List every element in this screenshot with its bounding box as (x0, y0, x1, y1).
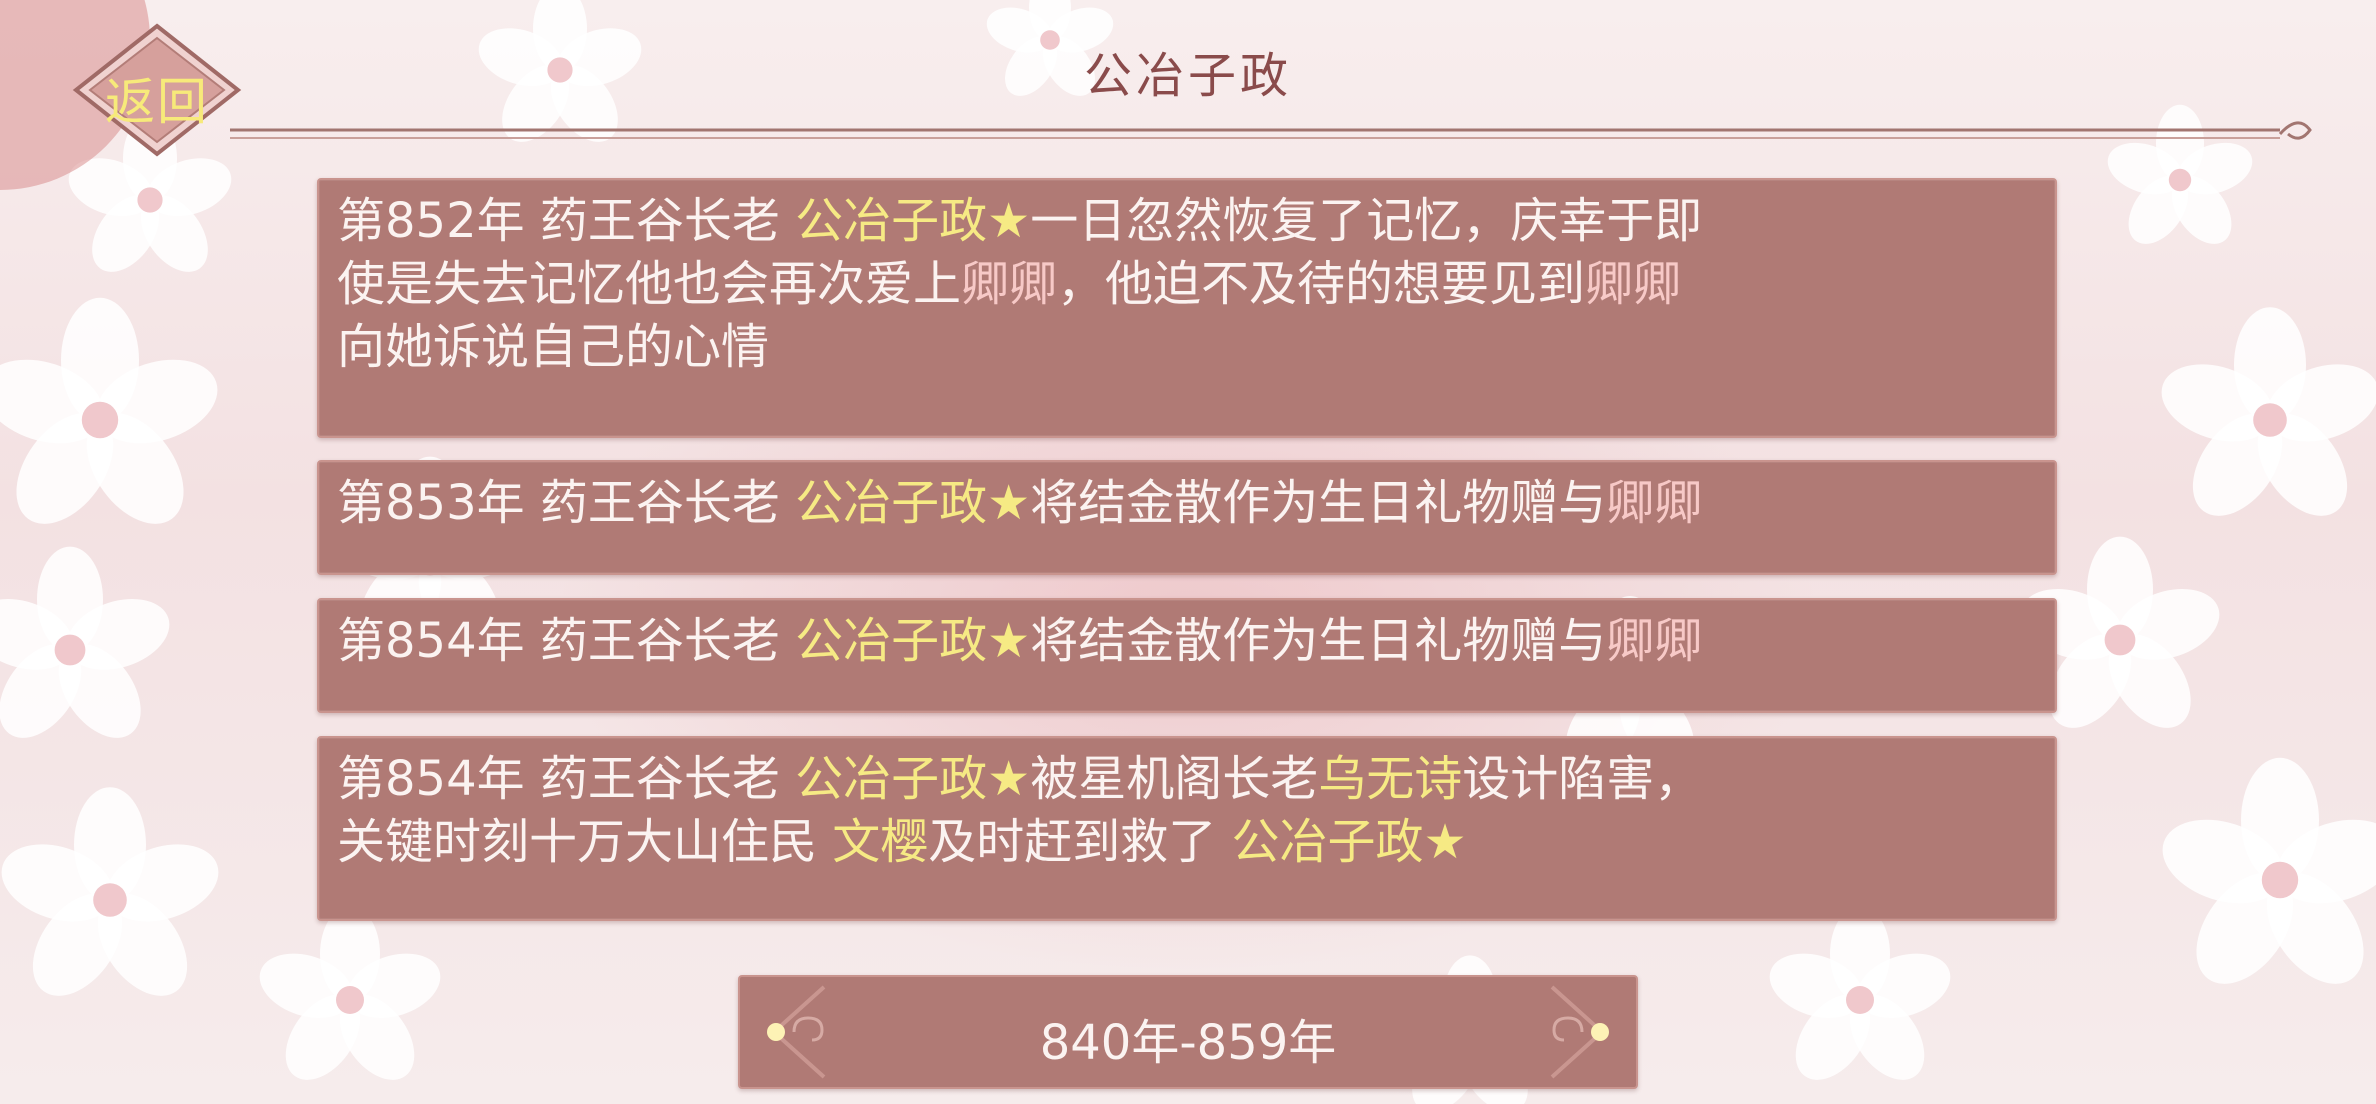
event-text: 将结金散作为生日礼物赠与 (1030, 613, 1607, 669)
event-line: 关键时刻十万大山住民 文樱及时赶到救了 公冶子政★ (337, 811, 2037, 874)
event-line: 第852年 药王谷长老 公冶子政★一日忽然恢复了记忆，庆幸于即 (337, 190, 2037, 253)
event-line: 使是失去记忆他也会再次爱上卿卿，他迫不及待的想要见到卿卿 (337, 253, 2037, 316)
page-title: 公冶子政 (1083, 48, 1292, 104)
event-card: 第853年 药王谷长老 公冶子政★将结金散作为生日礼物赠与卿卿 (317, 460, 2057, 575)
event-line: 第854年 药王谷长老 公冶子政★将结金散作为生日礼物赠与卿卿 (337, 610, 2037, 673)
event-highlight-name: 公冶子政★ (795, 613, 1031, 669)
event-card: 第854年 药王谷长老 公冶子政★将结金散作为生日礼物赠与卿卿 (317, 598, 2057, 713)
event-line: 向她诉说自己的心情 (337, 316, 2037, 379)
event-text: 及时赶到救了 (928, 814, 1232, 870)
event-highlight-name: 卿卿 (1585, 256, 1682, 312)
back-button[interactable]: 返回 (72, 22, 242, 157)
event-text: 被星机阁长老 (1030, 751, 1319, 807)
event-highlight-name: 公冶子政★ (795, 751, 1031, 807)
event-text: 设计陷害， (1462, 751, 1703, 807)
event-highlight-name: 卿卿 (1606, 613, 1703, 669)
event-highlight-name: 公冶子政★ (795, 193, 1031, 249)
event-highlight-name: 文樱 (832, 814, 929, 870)
event-text: 向她诉说自己的心情 (337, 319, 770, 375)
event-text: 第852年 药王谷长老 (337, 193, 796, 249)
event-highlight-name: 公冶子政★ (795, 475, 1031, 531)
event-highlight-name: 公冶子政★ (1231, 814, 1467, 870)
event-card: 第852年 药王谷长老 公冶子政★一日忽然恢复了记忆，庆幸于即 使是失去记忆他也会… (317, 178, 2057, 438)
year-range-label: 840年-859年 (1039, 1015, 1337, 1071)
event-text: 第854年 药王谷长老 (337, 613, 796, 669)
event-highlight-name: 乌无诗 (1318, 751, 1463, 807)
event-text: 使是失去记忆他也会再次爱上 (337, 256, 962, 312)
event-text: 一日忽然恢复了记忆，庆幸于即 (1030, 193, 1703, 249)
back-button-label: 返回 (105, 73, 209, 131)
header-divider (230, 121, 2312, 140)
event-text: 第853年 药王谷长老 (337, 475, 796, 531)
event-line: 第853年 药王谷长老 公冶子政★将结金散作为生日礼物赠与卿卿 (337, 472, 2037, 535)
event-text: ，他迫不及待的想要见到 (1057, 256, 1586, 312)
event-highlight-name: 卿卿 (961, 256, 1058, 312)
event-card: 第854年 药王谷长老 公冶子政★被星机阁长老乌无诗设计陷害， 关键时刻十万大山住… (317, 736, 2057, 921)
event-highlight-name: 卿卿 (1606, 475, 1703, 531)
year-range-selector[interactable]: 840年-859年 (738, 975, 1638, 1089)
event-line: 第854年 药王谷长老 公冶子政★被星机阁长老乌无诗设计陷害， (337, 748, 2037, 811)
event-text: 将结金散作为生日礼物赠与 (1030, 475, 1607, 531)
event-text: 第854年 药王谷长老 (337, 751, 796, 807)
event-text: 关键时刻十万大山住民 (337, 814, 833, 870)
